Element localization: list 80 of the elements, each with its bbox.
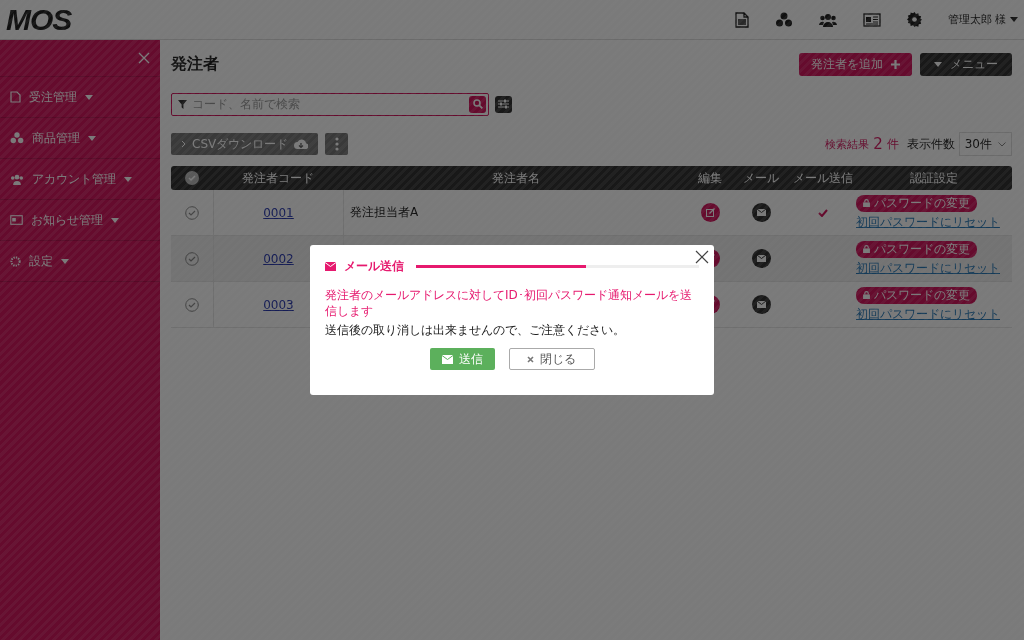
sidebar-item[interactable]: アカウント管理	[0, 159, 160, 200]
sidebar-item[interactable]: 商品管理	[0, 118, 160, 159]
page-title: 発注者	[171, 53, 219, 75]
edit-icon	[705, 208, 715, 217]
add-button[interactable]: 発注者を追加	[799, 52, 912, 76]
reset-password-link[interactable]: 初回パスワードにリセット	[856, 259, 1000, 277]
caret-icon	[934, 61, 942, 67]
per-page-label: 表示件数	[906, 135, 955, 153]
edit-button[interactable]	[700, 203, 720, 222]
more-options-button[interactable]	[325, 133, 349, 155]
caret-icon	[61, 258, 69, 264]
lock-icon	[863, 199, 870, 207]
mail-button[interactable]	[751, 249, 771, 268]
column-header: 編集	[698, 169, 722, 187]
filter-icon	[178, 99, 187, 109]
row-checkbox[interactable]	[185, 297, 199, 312]
document-icon	[10, 91, 21, 103]
user-menu[interactable]: 管理太郎 様	[947, 12, 1018, 27]
caret-icon	[1010, 17, 1018, 22]
boxes-icon[interactable]	[774, 11, 793, 28]
modal-title: メール送信	[344, 258, 404, 275]
caret-icon	[124, 176, 132, 182]
column-header: 認証設定	[910, 169, 958, 187]
close-icon	[527, 355, 534, 363]
table-cell: 発注担当者A	[350, 204, 419, 221]
send-button[interactable]: 送信	[429, 348, 495, 370]
sidebar-item[interactable]: お知らせ管理	[0, 200, 160, 241]
chevron-icon	[181, 140, 186, 148]
sliders-icon	[498, 99, 509, 109]
modal-note: 送信後の取り消しは出来ませんので、ご注意ください。	[325, 322, 626, 339]
change-password-button[interactable]: パスワードの変更	[856, 286, 977, 304]
caret-icon	[111, 217, 119, 223]
newspaper-icon[interactable]	[862, 12, 881, 27]
chevron-down-icon	[998, 141, 1006, 147]
plus-icon	[891, 59, 900, 69]
logo: MOS	[6, 2, 72, 37]
lock-icon	[863, 245, 870, 253]
search-icon	[472, 99, 483, 109]
sidebar-item[interactable]: 設定	[0, 241, 160, 282]
code-link[interactable]: 0002	[263, 251, 294, 266]
per-page-select[interactable]: 30件	[958, 132, 1012, 156]
select-all-checkbox[interactable]	[185, 171, 199, 185]
mail-icon	[756, 255, 766, 262]
column-header: 発注者名	[491, 169, 540, 187]
row-checkbox[interactable]	[185, 251, 199, 266]
mail-icon	[756, 301, 766, 308]
code-link[interactable]: 0003	[263, 297, 294, 312]
more-icon	[334, 137, 339, 151]
document-icon[interactable]	[734, 11, 749, 28]
filter-settings-button[interactable]	[495, 95, 512, 113]
result-count: 2	[873, 135, 883, 153]
code-link[interactable]: 0001	[263, 205, 294, 220]
column-header: メール	[743, 169, 779, 187]
newspaper-icon	[10, 215, 23, 225]
column-header: 発注者コード	[242, 169, 314, 187]
lock-icon	[863, 291, 870, 299]
column-header: メール送信	[793, 169, 853, 187]
users-icon	[10, 173, 24, 185]
reset-password-link[interactable]: 初回パスワードにリセット	[856, 305, 1000, 323]
mail-icon	[441, 354, 453, 364]
caret-icon	[88, 135, 96, 141]
mail-icon	[756, 209, 766, 216]
change-password-button[interactable]: パスワードの変更	[856, 194, 977, 212]
mail-button[interactable]	[751, 295, 771, 314]
modal-message: 発注者のメールアドレスに対してID･初回パスワード通知メールを送信します	[325, 287, 693, 319]
close-button[interactable]: 閉じる	[508, 348, 595, 370]
sidebar-item[interactable]: 受注管理	[0, 77, 160, 118]
reset-password-link[interactable]: 初回パスワードにリセット	[856, 213, 1000, 231]
change-password-button[interactable]: パスワードの変更	[856, 240, 977, 258]
caret-icon	[85, 94, 93, 100]
mail-button[interactable]	[751, 203, 771, 222]
result-label: 検索結果	[825, 136, 870, 152]
menu-button[interactable]: メニュー	[920, 52, 1012, 76]
mail-icon	[325, 262, 336, 271]
users-icon[interactable]	[818, 12, 837, 27]
close-icon[interactable]	[695, 250, 709, 264]
row-checkbox[interactable]	[185, 205, 199, 220]
result-unit: 件	[886, 135, 899, 153]
cloud-download-icon	[294, 139, 309, 149]
boxes-icon	[10, 132, 24, 144]
